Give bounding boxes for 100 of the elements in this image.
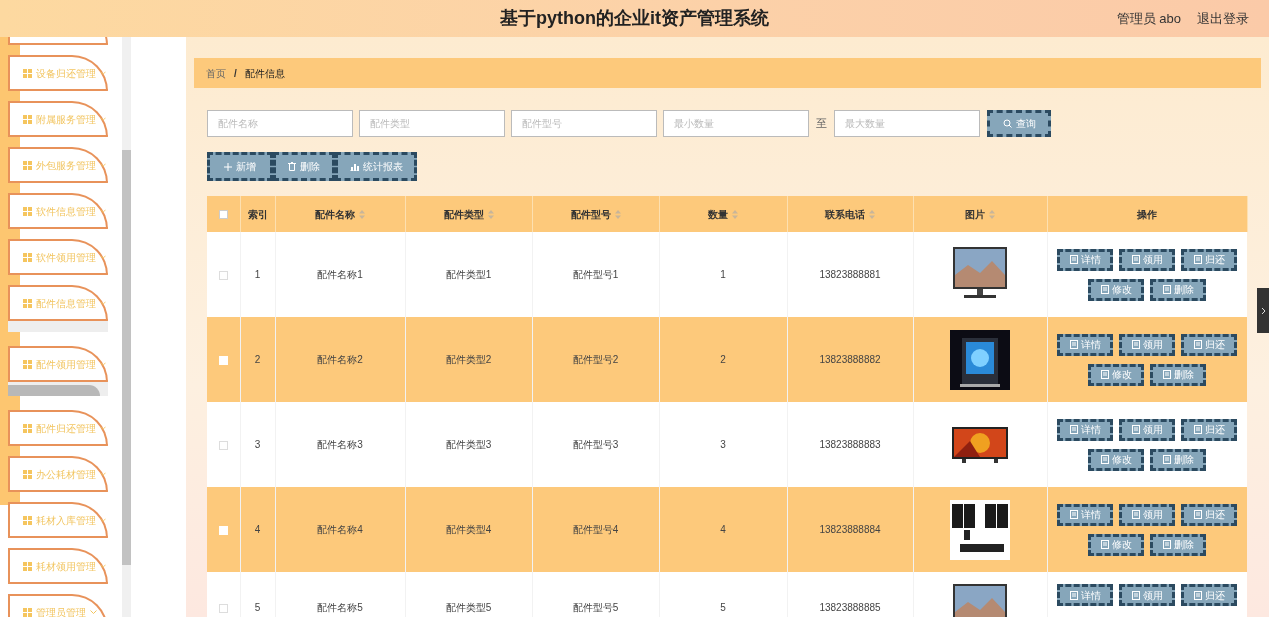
menu-item[interactable]: 耗材领用管理 [8,548,108,584]
search-button[interactable]: 查询 [987,110,1051,137]
document-icon [1131,425,1140,434]
column-header[interactable]: 联系电话 [825,206,865,222]
search-field[interactable]: 配件名称 [207,110,353,137]
table-row[interactable]: 4 配件名称4 配件类型4 配件型号4 4 13823888884 详情 领用 归还 修改 删除 [207,487,1247,572]
grid-icon [23,561,32,571]
table-cell: 配件类型5 [445,602,492,613]
column-header[interactable]: 数量 [708,206,728,222]
action-button[interactable]: 修改 [1088,448,1145,471]
action-button[interactable]: 详情 [1057,248,1114,271]
document-icon [1100,540,1109,549]
action-button[interactable]: 详情 [1057,584,1114,606]
menu-item[interactable]: 配件领用管理 [8,346,108,382]
sort-icon[interactable] [487,209,494,219]
toolbar-button[interactable]: 删除 [273,152,335,181]
table-row[interactable]: 2 配件名称2 配件类型2 配件型号2 2 13823888882 详情 领用 归还 修改 删除 [207,317,1247,402]
column-header[interactable]: 配件类型 [443,206,484,222]
document-icon [1069,340,1078,349]
action-button[interactable]: 领用 [1119,418,1176,441]
action-button[interactable]: 删除 [1150,278,1207,301]
grid-icon [23,252,32,262]
menu-item[interactable]: 设备归还管理 [8,55,108,91]
grid-icon [23,206,32,216]
table-row[interactable]: 3 配件名称3 配件类型3 配件型号3 3 13823888883 详情 领用 归还 修改 删除 [207,402,1247,487]
menu-item[interactable]: 耗材入库管理 [8,502,108,538]
action-button[interactable]: 详情 [1057,503,1114,526]
action-button[interactable]: 领用 [1119,248,1176,271]
action-button[interactable]: 领用 [1119,503,1176,526]
document-icon [1131,510,1140,519]
scrollbar-thumb[interactable] [122,150,131,565]
menu-item[interactable]: 软件领用管理 [8,239,108,275]
action-button[interactable]: 删除 [1150,363,1207,386]
action-button[interactable]: 修改 [1088,278,1145,301]
breadcrumb-link[interactable]: 首页 [206,65,226,81]
table-cell: 配件名称3 [317,439,363,450]
logout-link[interactable]: 退出登录 [1197,8,1249,29]
table-cell: 配件类型4 [445,524,492,535]
action-button[interactable]: 删除 [1150,448,1207,471]
document-icon [1069,255,1078,264]
table-row[interactable]: 1 配件名称1 配件类型1 配件型号1 1 13823888881 详情 领用 归还 修改 删除 [207,232,1247,317]
toolbar-button[interactable]: 统计报表 [335,152,417,181]
document-icon [1193,590,1202,600]
table-row[interactable]: 5 配件名称5 配件类型5 配件型号5 5 13823888885 详情 领用 归还 [207,572,1247,617]
sort-icon[interactable] [732,209,738,219]
action-button[interactable]: 详情 [1057,333,1114,356]
range-separator: 至 [815,116,828,132]
sort-icon[interactable] [989,209,995,219]
action-button[interactable]: 归还 [1181,503,1238,526]
search-icon [1002,119,1012,128]
column-header[interactable]: 配件名称 [315,206,355,222]
action-button[interactable]: 修改 [1088,363,1145,386]
column-header[interactable]: 索引 [247,206,268,222]
menu-item[interactable]: 配件信息管理 [8,285,108,321]
side-panel-tab[interactable] [1257,288,1269,333]
grid-icon [23,298,32,308]
toolbar-button[interactable]: 新增 [207,152,273,181]
table-cell: 2 [720,354,726,365]
action-button[interactable]: 归还 [1181,584,1238,606]
document-icon [1193,340,1202,349]
menu-item[interactable]: 配件归还管理 [8,410,108,446]
sort-icon[interactable] [359,209,365,219]
grid-icon [23,515,32,525]
submenu-item[interactable] [8,382,108,396]
action-button[interactable]: 归还 [1181,333,1238,356]
document-icon [1069,510,1078,519]
submenu-item[interactable] [8,321,108,332]
row-checkbox[interactable] [218,270,228,280]
menu-item[interactable]: 办公耗材管理 [8,456,108,492]
menu-item[interactable]: 管理员管理 [8,594,108,617]
action-button[interactable]: 详情 [1057,418,1114,441]
table-cell: 2 [254,354,261,365]
chevron-right-icon [1260,306,1266,315]
sort-icon[interactable] [614,209,621,219]
menu-item[interactable]: 外包服务管理 [8,147,108,183]
table-cell: 配件名称5 [317,602,363,613]
action-button[interactable]: 归还 [1181,418,1238,441]
document-icon [1131,590,1140,600]
column-header[interactable]: 配件型号 [570,206,611,222]
column-header[interactable]: 图片 [965,206,985,222]
table-cell: 1 [720,269,726,280]
search-field[interactable]: 最小数量 [663,110,809,137]
action-button[interactable]: 删除 [1150,533,1207,556]
table-cell: 1 [254,269,261,280]
sort-icon[interactable] [869,209,875,219]
menu-item[interactable]: 附属服务管理 [8,101,108,137]
table-cell: 配件型号5 [572,602,619,613]
select-all-checkbox[interactable] [218,210,228,220]
menu-item[interactable]: 软件信息管理 [8,193,108,229]
action-button[interactable]: 修改 [1088,533,1145,556]
action-button[interactable]: 领用 [1119,333,1176,356]
column-header[interactable]: 操作 [1137,206,1157,222]
action-button[interactable]: 领用 [1119,584,1176,606]
row-checkbox[interactable] [218,440,228,450]
breadcrumb-link[interactable]: 配件信息 [244,65,285,81]
search-field[interactable]: 最大数量 [834,110,980,137]
row-checkbox[interactable] [218,603,228,613]
action-button[interactable]: 归还 [1181,248,1238,271]
table-cell: 配件名称2 [317,354,363,365]
table-cell: 配件类型2 [445,354,492,365]
